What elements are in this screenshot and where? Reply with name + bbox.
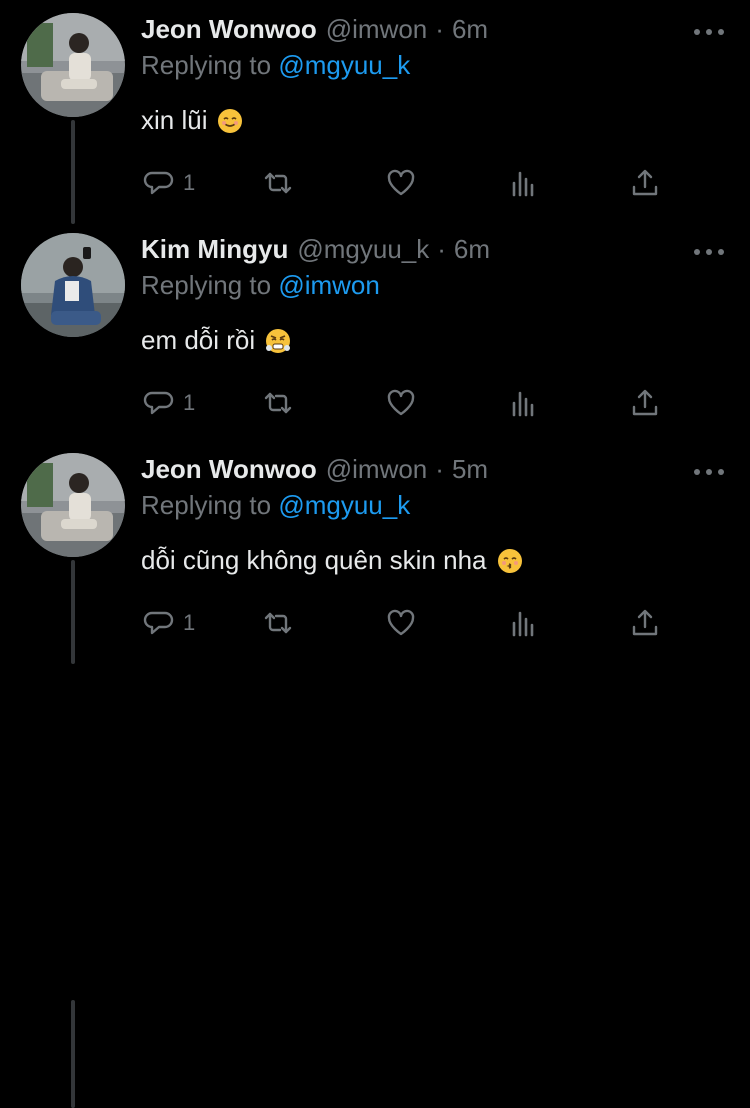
separator: · <box>435 454 444 484</box>
more-options-icon[interactable] <box>694 242 724 262</box>
reply-count: 1 <box>183 170 196 195</box>
replying-to: Replying to @mgyuu_k <box>141 50 410 81</box>
analytics-icon <box>508 607 540 639</box>
views-button[interactable] <box>508 603 540 643</box>
share-button[interactable] <box>629 163 661 203</box>
replying-to-label: Replying to <box>141 50 272 80</box>
like-button[interactable] <box>385 603 417 643</box>
retweet-button[interactable] <box>262 163 294 203</box>
reply-icon <box>143 607 175 639</box>
user-handle[interactable]: @mgyuu_k <box>297 234 429 265</box>
tweet[interactable]: Jeon Wonwoo @imwon · 6m Replying to @mgy… <box>0 0 750 224</box>
tweet-header: Kim Mingyu @mgyuu_k · 6m <box>141 234 490 268</box>
timestamp[interactable]: 5m <box>452 454 488 485</box>
share-icon <box>629 607 661 639</box>
tweet-actions: 1 <box>0 603 750 643</box>
reply-button[interactable]: 1 <box>143 603 195 643</box>
smiling-face-icon <box>217 108 243 134</box>
retweet-icon <box>262 607 294 639</box>
separator: · <box>437 234 446 264</box>
replying-to: Replying to @mgyuu_k <box>141 490 410 521</box>
tweet[interactable]: Kim Mingyu @mgyuu_k · 6m Replying to @im… <box>0 220 750 664</box>
more-options-icon[interactable] <box>694 462 724 482</box>
like-button[interactable] <box>385 383 417 423</box>
more-options-icon[interactable] <box>694 22 724 42</box>
avatar[interactable] <box>21 13 125 117</box>
retweet-button[interactable] <box>262 383 294 423</box>
replying-to: Replying to @imwon <box>141 270 380 301</box>
replying-to-handle[interactable]: @imwon <box>278 270 380 300</box>
replying-to-handle[interactable]: @mgyuu_k <box>278 50 410 80</box>
analytics-icon <box>508 387 540 419</box>
timestamp[interactable]: 6m <box>452 14 488 45</box>
heart-icon <box>385 387 417 419</box>
share-icon <box>629 387 661 419</box>
reply-icon <box>143 167 175 199</box>
tweet-text: em dỗi rồi <box>141 325 291 356</box>
avatar[interactable] <box>21 453 125 557</box>
views-button[interactable] <box>508 163 540 203</box>
reply-icon <box>143 387 175 419</box>
like-button[interactable] <box>385 163 417 203</box>
tweet-text: dỗi cũng không quên skin nha <box>141 545 523 576</box>
kissing-face-icon <box>497 548 523 574</box>
heart-icon <box>385 607 417 639</box>
analytics-icon <box>508 167 540 199</box>
reply-button[interactable]: 1 <box>143 383 195 423</box>
thread-connector <box>71 1000 75 1108</box>
display-name[interactable]: Jeon Wonwoo <box>141 14 317 45</box>
tweet-text-content: xin lũi <box>141 105 208 135</box>
timestamp[interactable]: 6m <box>454 234 490 265</box>
retweet-icon <box>262 167 294 199</box>
share-button[interactable] <box>629 603 661 643</box>
conversation-thread: Jeon Wonwoo @imwon · 6m Replying to @mgy… <box>0 0 750 1108</box>
display-name[interactable]: Kim Mingyu <box>141 234 288 265</box>
reply-count: 1 <box>183 390 196 415</box>
retweet-icon <box>262 387 294 419</box>
reply-count: 1 <box>183 610 196 635</box>
reply-button[interactable]: 1 <box>143 163 195 203</box>
user-handle[interactable]: @imwon <box>326 454 428 485</box>
separator: · <box>435 14 444 44</box>
tweet-text-content: em dỗi rồi <box>141 325 256 355</box>
tweet-actions: 1 <box>0 383 750 423</box>
avatar[interactable] <box>21 233 125 337</box>
replying-to-label: Replying to <box>141 270 272 300</box>
tweet[interactable]: Jeon Wonwoo @imwon · 5m Replying to @mgy… <box>0 440 750 1108</box>
display-name[interactable]: Jeon Wonwoo <box>141 454 317 485</box>
heart-icon <box>385 167 417 199</box>
retweet-button[interactable] <box>262 603 294 643</box>
tweet-header: Jeon Wonwoo @imwon · 6m <box>141 14 488 48</box>
tweet-text-content: dỗi cũng không quên skin nha <box>141 545 487 575</box>
share-icon <box>629 167 661 199</box>
share-button[interactable] <box>629 383 661 423</box>
replying-to-label: Replying to <box>141 490 272 520</box>
views-button[interactable] <box>508 383 540 423</box>
tweet-header: Jeon Wonwoo @imwon · 5m <box>141 454 488 488</box>
steam-from-nose-face-icon <box>265 328 291 354</box>
user-handle[interactable]: @imwon <box>326 14 428 45</box>
tweet-text: xin lũi <box>141 105 243 136</box>
replying-to-handle[interactable]: @mgyuu_k <box>278 490 410 520</box>
tweet-actions: 1 <box>0 163 750 203</box>
